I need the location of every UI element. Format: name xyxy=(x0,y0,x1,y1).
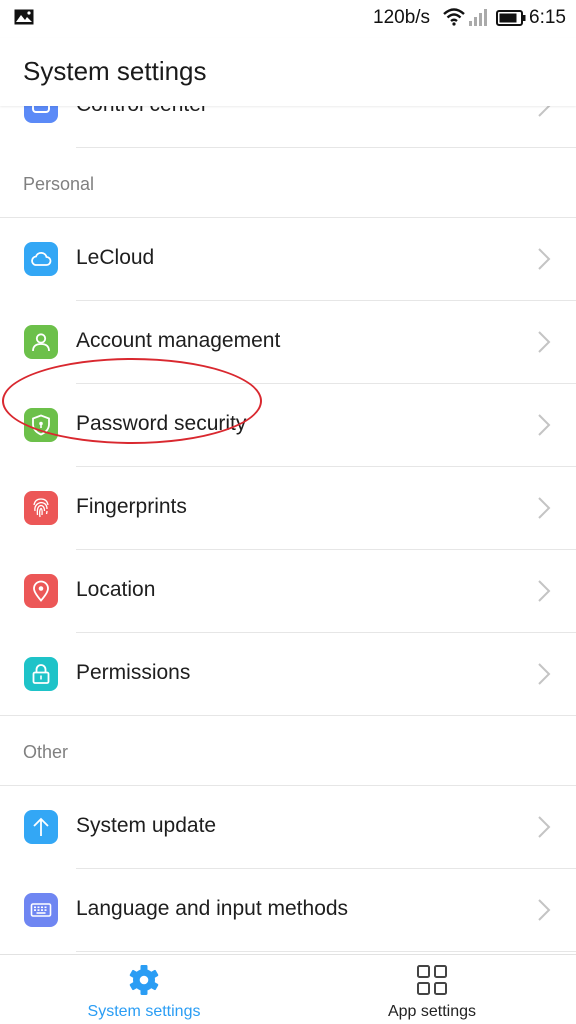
tab-label: System settings xyxy=(87,1003,201,1020)
settings-item-label: Password security xyxy=(76,412,247,435)
keyboard-icon xyxy=(24,893,58,927)
chevron-right-icon xyxy=(538,816,551,838)
location-pin-icon xyxy=(24,574,58,608)
divider xyxy=(76,951,576,952)
chevron-right-icon xyxy=(538,580,551,602)
settings-item-permissions[interactable]: Permissions xyxy=(0,633,576,716)
person-icon xyxy=(24,325,58,359)
settings-item-fingerprints[interactable]: Fingerprints xyxy=(0,467,576,550)
gallery-notification-icon xyxy=(14,9,34,25)
settings-item-language-input[interactable]: Language and input methods xyxy=(0,869,576,952)
chevron-right-icon xyxy=(538,497,551,519)
section-header-label: Other xyxy=(23,742,69,762)
lock-icon xyxy=(24,657,58,691)
status-bar: 120b/s 6:15 xyxy=(0,0,576,38)
chevron-right-icon xyxy=(538,331,551,353)
settings-item-system-update[interactable]: System update xyxy=(0,786,576,869)
wifi-icon xyxy=(443,8,465,26)
battery-icon xyxy=(496,10,526,26)
cloud-icon xyxy=(24,242,58,276)
settings-item-label: Control center xyxy=(76,106,208,117)
clock: 6:15 xyxy=(529,7,566,28)
settings-item-password-security[interactable]: Password security xyxy=(0,384,576,467)
section-header-other: Other xyxy=(0,716,576,786)
settings-item-label: Location xyxy=(76,578,156,601)
settings-list[interactable]: Control center Personal LeCloud Account … xyxy=(0,106,576,954)
settings-item-location[interactable]: Location xyxy=(0,550,576,633)
settings-item-label: Fingerprints xyxy=(76,495,187,518)
settings-item-control-center[interactable]: Control center xyxy=(0,106,576,148)
chevron-right-icon xyxy=(538,414,551,436)
arrow-up-icon xyxy=(24,810,58,844)
gear-icon xyxy=(129,965,159,995)
tab-app-settings[interactable]: App settings xyxy=(288,955,576,1024)
tab-system-settings[interactable]: System settings xyxy=(0,955,288,1024)
network-speed: 120b/s xyxy=(373,7,431,28)
settings-item-label: Language and input methods xyxy=(76,897,349,920)
settings-item-label: LeCloud xyxy=(76,246,155,269)
shield-icon xyxy=(24,408,58,442)
fingerprint-icon xyxy=(24,491,58,525)
bottom-nav: System settings App settings xyxy=(0,954,576,1024)
page-title: System settings xyxy=(23,56,207,86)
section-header-label: Personal xyxy=(23,174,95,194)
settings-item-label: Account management xyxy=(76,329,281,352)
chevron-right-icon xyxy=(538,899,551,921)
title-bar: System settings xyxy=(0,38,576,106)
grid-icon xyxy=(417,965,447,995)
chevron-right-icon xyxy=(538,663,551,685)
settings-item-label: System update xyxy=(76,814,217,837)
tab-label: App settings xyxy=(387,1003,477,1020)
control-center-icon xyxy=(24,106,58,123)
settings-item-lecloud[interactable]: LeCloud xyxy=(0,218,576,301)
section-header-personal: Personal xyxy=(0,148,576,218)
settings-item-account-management[interactable]: Account management xyxy=(0,301,576,384)
settings-item-label: Permissions xyxy=(76,661,191,684)
chevron-right-icon xyxy=(538,106,551,117)
signal-icon xyxy=(469,9,487,26)
chevron-right-icon xyxy=(538,248,551,270)
